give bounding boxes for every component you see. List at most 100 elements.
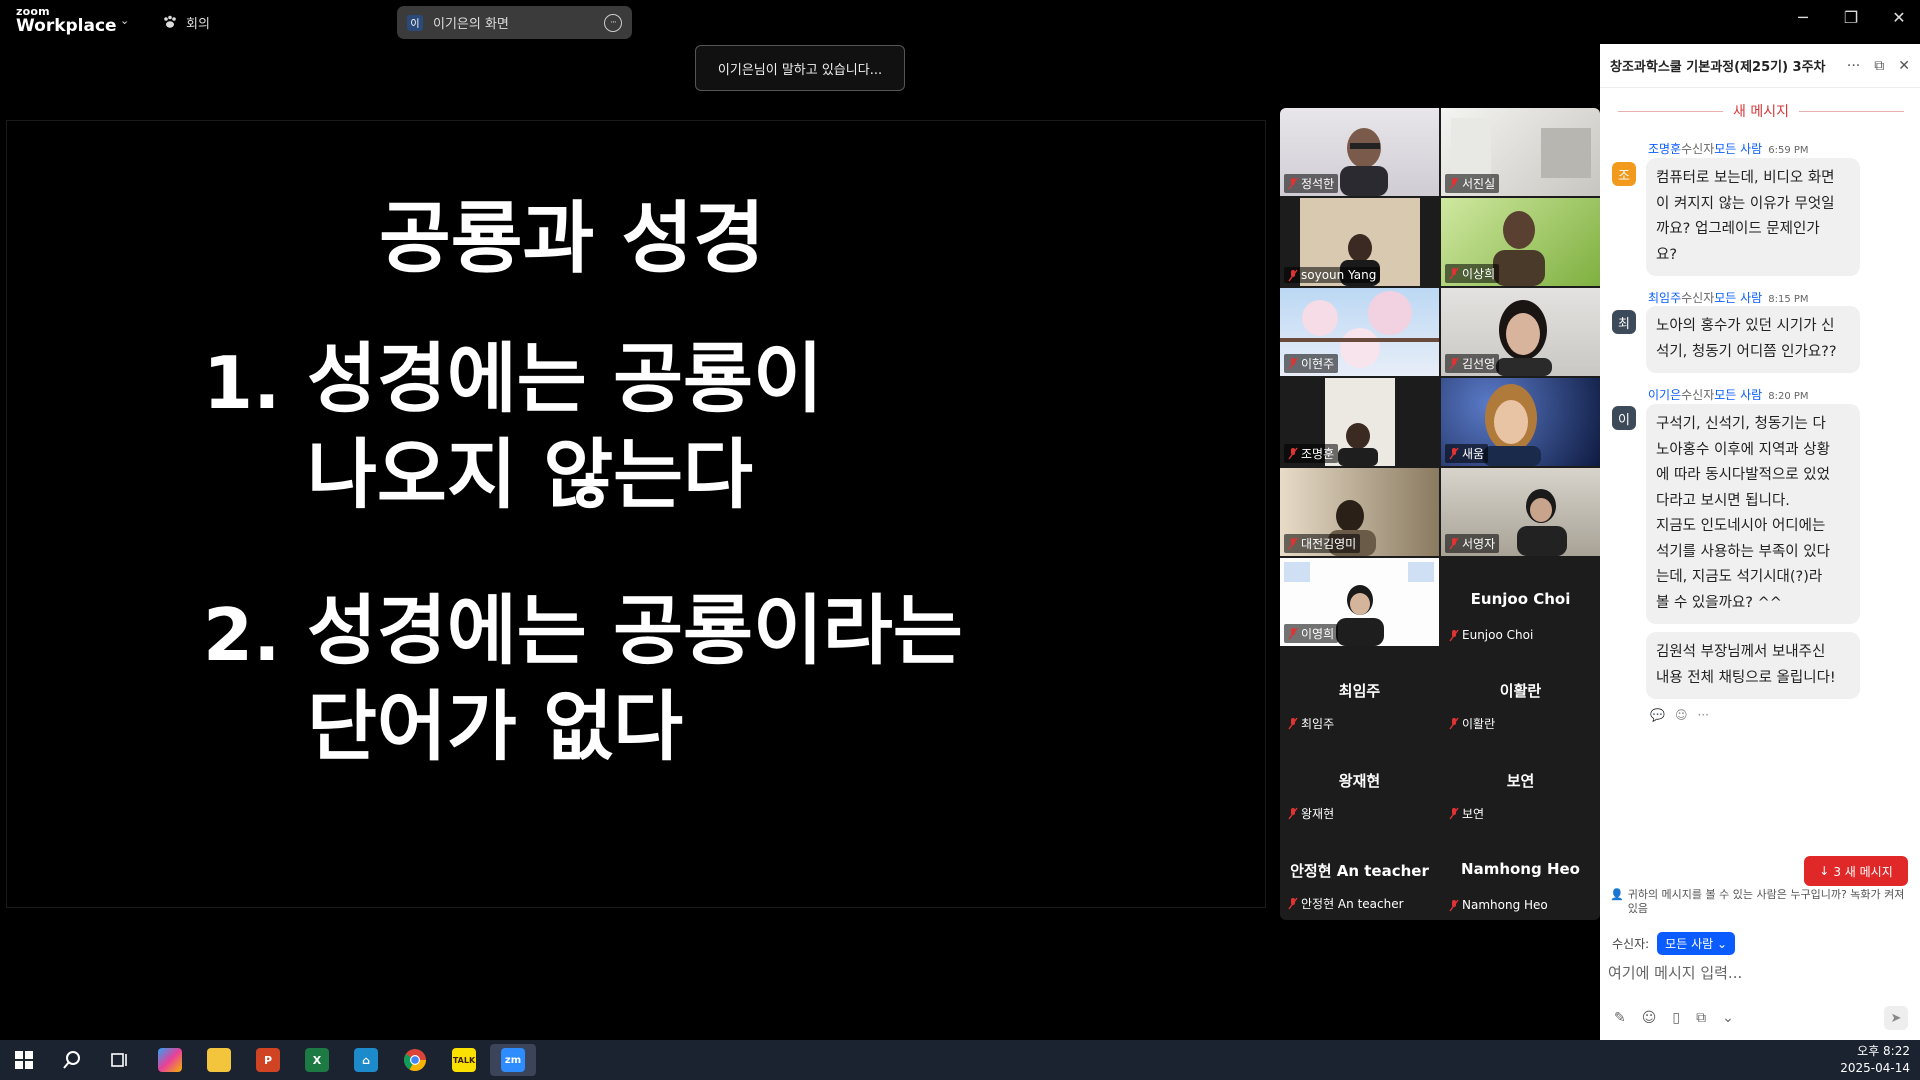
participant-display-name: 이활란 <box>1499 682 1542 700</box>
send-icon: ➤ <box>1890 1010 1902 1026</box>
chevron-down-icon[interactable]: ⌄ <box>1722 1010 1734 1026</box>
message-recipient: 모든 사람 <box>1714 388 1763 402</box>
muted-mic-icon <box>1288 807 1298 820</box>
screenshot-icon[interactable]: ⧉ <box>1696 1010 1706 1026</box>
participant-tile[interactable]: 안정현 An teacher 안정현 An teacher <box>1280 828 1439 916</box>
participant-name: soyoun Yang <box>1284 267 1381 283</box>
message-line: 컴퓨터로 보는데, 비디오 화면 <box>1656 170 1835 186</box>
participant-tile[interactable]: 대전김영미 <box>1280 468 1439 556</box>
participant-name: 김선영 <box>1445 354 1500 373</box>
message-sender[interactable]: 조명훈 <box>1648 140 1681 157</box>
kakaotalk-app[interactable]: TALK <box>446 1044 482 1076</box>
participant-tile[interactable]: 보연 보연 <box>1441 738 1600 826</box>
reply-icon[interactable]: 💬 <box>1650 708 1665 722</box>
participant-name-text: 대전김영미 <box>1301 537 1357 551</box>
divider-line <box>1618 110 1724 112</box>
muted-mic-icon <box>1449 899 1459 911</box>
avatar[interactable]: 조 <box>1612 162 1636 186</box>
participant-tile[interactable]: 이현주 <box>1280 288 1439 376</box>
pop-out-icon[interactable]: ⧉ <box>1874 58 1884 74</box>
muted-mic-icon <box>1288 627 1298 640</box>
participant-display-name: Eunjoo Choi <box>1470 590 1571 608</box>
divider-line <box>1799 110 1905 112</box>
chat-header-actions: ··· ⧉ ✕ <box>1847 58 1910 74</box>
participant-tile[interactable]: 서영자 <box>1441 468 1600 556</box>
chevron-down-icon[interactable]: ⌄ <box>120 14 129 27</box>
avatar[interactable]: 최 <box>1612 310 1636 334</box>
message-bubble[interactable]: 컴퓨터로 보는데, 비디오 화면 이 켜지지 않는 이유가 무엇일 까요? 업그… <box>1646 158 1860 276</box>
zoom-icon: zm <box>501 1048 525 1072</box>
participant-name-text: 왕재현 <box>1301 807 1335 821</box>
format-text-icon[interactable]: ✎ <box>1614 1010 1626 1026</box>
file-icon[interactable]: ▯ <box>1672 1010 1680 1026</box>
file-explorer-app[interactable] <box>201 1044 237 1076</box>
participant-tile[interactable]: 이상희 <box>1441 198 1600 286</box>
screen-share-indicator[interactable]: 이 이기은의 화면 ··· <box>397 6 632 39</box>
share-title: 이기은의 화면 <box>433 17 509 32</box>
minimize-button[interactable]: ─ <box>1788 8 1818 27</box>
close-icon[interactable]: ✕ <box>1898 58 1910 74</box>
message-sender[interactable]: 이기은 <box>1648 386 1681 403</box>
muted-mic-icon <box>1288 447 1298 460</box>
new-messages-button[interactable]: ↓ 3 새 메시지 <box>1804 856 1908 886</box>
muted-mic-icon <box>1449 267 1459 280</box>
recipient-dropdown[interactable]: 모든 사람 ⌄ <box>1657 932 1736 955</box>
powerpoint-app[interactable]: P <box>250 1044 286 1076</box>
excel-app[interactable]: X <box>299 1044 335 1076</box>
message-recipient: 모든 사람 <box>1714 142 1763 156</box>
zoom-app[interactable]: zm <box>490 1044 536 1076</box>
participant-name: 이상희 <box>1445 264 1500 283</box>
more-actions-icon[interactable]: ··· <box>1697 708 1708 722</box>
meeting-menu[interactable]: 회의 <box>162 12 210 32</box>
search-button[interactable] <box>54 1044 90 1076</box>
participant-tile[interactable]: 왕재현 왕재현 <box>1280 738 1439 826</box>
restore-button[interactable]: ❐ <box>1836 8 1866 27</box>
participant-tile[interactable]: 정석한 <box>1280 108 1439 196</box>
participant-tile[interactable]: 서진실 <box>1441 108 1600 196</box>
task-view-button[interactable] <box>102 1044 138 1076</box>
participant-tile[interactable]: 새움 <box>1441 378 1600 466</box>
system-clock[interactable]: 오후 8:22 2025-04-14 <box>1840 1043 1910 1077</box>
copilot-app[interactable] <box>152 1044 188 1076</box>
participant-tile[interactable]: 조명훈 <box>1280 378 1439 466</box>
message-bubble[interactable]: 노아의 홍수가 있던 시기가 신 석기, 청동기 어디쯤 인가요?? <box>1646 306 1860 373</box>
chat-message-input[interactable] <box>1608 960 1908 986</box>
more-icon[interactable]: ··· <box>1847 58 1860 74</box>
chevron-down-icon: ⌄ <box>1716 937 1728 951</box>
message-time: 8:15 PM <box>1768 294 1809 305</box>
chrome-app[interactable] <box>397 1044 433 1076</box>
new-messages-label: 새 메시지 <box>1733 104 1789 120</box>
participant-name-text: 서진실 <box>1462 177 1496 191</box>
muted-mic-icon <box>1449 807 1459 820</box>
start-button[interactable] <box>6 1044 42 1076</box>
participant-tile[interactable]: soyoun Yang <box>1280 198 1439 286</box>
participant-name: Eunjoo Choi <box>1445 627 1537 643</box>
store-app[interactable]: ⌂ <box>348 1044 384 1076</box>
close-window-button[interactable]: ✕ <box>1884 8 1914 27</box>
message-bubble[interactable]: 구석기, 신석기, 청동기는 다 노아홍수 이후에 지역과 상황 에 따라 동시… <box>1646 404 1860 624</box>
avatar[interactable]: 이 <box>1612 406 1636 430</box>
participant-display-name: 최임주 <box>1338 682 1381 700</box>
participant-tile[interactable]: 이활란 이활란 <box>1441 648 1600 736</box>
zoom-workplace-logo[interactable]: zoom Workplace <box>16 6 117 35</box>
participant-tile[interactable]: 이영희 <box>1280 558 1439 646</box>
message-line: 노아의 홍수가 있던 시기가 신 <box>1656 318 1835 334</box>
chat-privacy-notice[interactable]: 👤 귀하의 메시지를 볼 수 있는 사람은 누구입니까? 녹화가 켜져 있음 <box>1610 888 1915 916</box>
participant-tile[interactable]: Eunjoo Choi Eunjoo Choi <box>1441 558 1600 646</box>
message-line: 는데, 지금도 석기시대(?)라 <box>1656 569 1823 585</box>
message-sender[interactable]: 최임주 <box>1648 289 1681 306</box>
participant-name: 이활란 <box>1445 714 1499 733</box>
participant-tile[interactable]: Namhong Heo Namhong Heo <box>1441 828 1600 916</box>
participant-tile[interactable]: 김선영 <box>1441 288 1600 376</box>
send-button[interactable]: ➤ <box>1884 1006 1908 1030</box>
more-options-icon[interactable]: ··· <box>604 13 622 32</box>
participant-tile[interactable]: 최임주 최임주 <box>1280 648 1439 736</box>
emoji-icon[interactable]: ☺ <box>1642 1010 1657 1026</box>
emoji-reaction-icon[interactable]: ☺ <box>1675 708 1688 722</box>
participant-name: 조명훈 <box>1284 444 1339 463</box>
chrome-icon <box>404 1049 426 1071</box>
message-bubble[interactable]: 김원석 부장님께서 보내주신 내용 전체 채팅으로 올립니다! <box>1646 632 1860 699</box>
muted-mic-icon <box>1288 717 1298 730</box>
participant-name: 안정현 An teacher <box>1284 894 1408 913</box>
folder-icon <box>207 1048 231 1072</box>
